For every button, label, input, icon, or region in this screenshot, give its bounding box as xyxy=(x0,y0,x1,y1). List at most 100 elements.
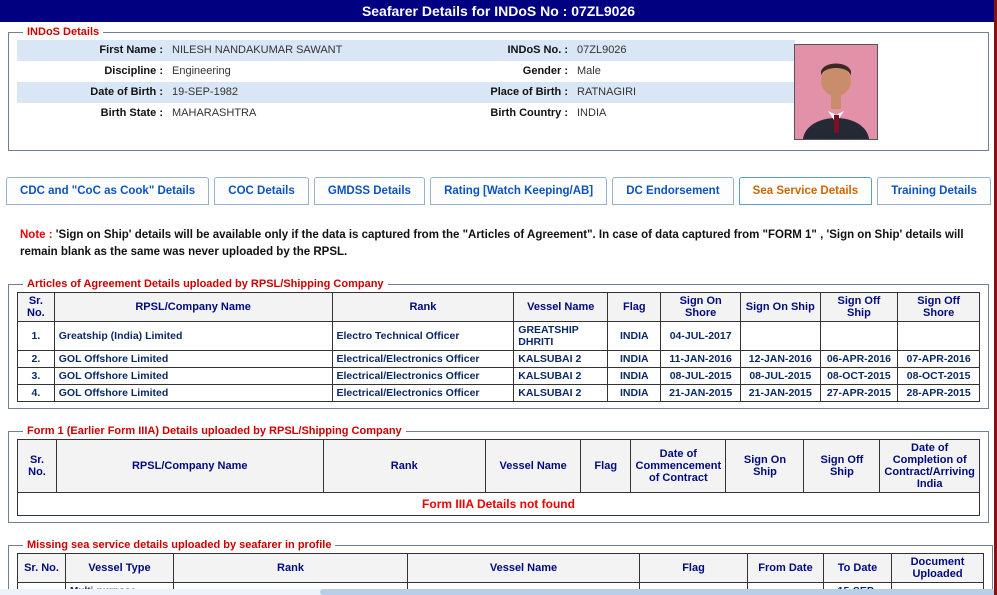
column-header: Vessel Name xyxy=(408,554,640,583)
articles-of-agreement-legend: Articles of Agreement Details uploaded b… xyxy=(23,278,388,290)
tab-cdc-coc-as-cook[interactable]: CDC and "CoC as Cook" Details xyxy=(6,177,209,205)
table-row: 1. Greatship (India) Limited Electro Tec… xyxy=(18,322,980,351)
column-header: Date of Commencement of Contract xyxy=(631,440,726,493)
articles-of-agreement-fieldset: Articles of Agreement Details uploaded b… xyxy=(8,278,989,409)
note-text: 'Sign on Ship' details will be available… xyxy=(20,229,964,258)
column-header: Rank xyxy=(174,554,408,583)
table-row: 4. GOL Offshore Limited Electrical/Elect… xyxy=(18,385,980,402)
column-header: Flag xyxy=(608,293,661,322)
tab-dc-endorsement[interactable]: DC Endorsement xyxy=(612,177,733,205)
column-header: Sign Off Ship xyxy=(820,293,898,322)
table-row: Form IIIA Details not found xyxy=(18,493,980,516)
table-cell: 06-APR-2016 xyxy=(820,351,898,368)
tab-training-details[interactable]: Training Details xyxy=(877,177,991,205)
table-cell: 08-OCT-2015 xyxy=(898,368,980,385)
table-cell: Electrical/Electronics Officer xyxy=(332,368,514,385)
dob-value: 19-SEP-1982 xyxy=(167,82,467,103)
birth-state-label: Birth State : xyxy=(17,103,167,124)
column-header: Sr. No. xyxy=(18,440,57,493)
indos-details-body: First Name : NILESH NANDAKUMAR SAWANT IN… xyxy=(17,40,980,144)
table-cell: Greatship (India) Limited xyxy=(54,322,332,351)
column-header: Sign Off Shore xyxy=(898,293,980,322)
table-cell: 11-JAN-2016 xyxy=(661,351,741,368)
place-of-birth-value: RATNAGIRI xyxy=(572,82,795,103)
horizontal-scrollbar-track[interactable] xyxy=(0,589,997,595)
indos-row: Date of Birth : 19-SEP-1982 Place of Bir… xyxy=(17,82,795,103)
table-cell: INDIA xyxy=(608,385,661,402)
horizontal-scrollbar-thumb[interactable] xyxy=(320,589,997,595)
table-cell: Electrical/Electronics Officer xyxy=(332,385,514,402)
column-header: RPSL/Company Name xyxy=(57,440,324,493)
tab-coc-details[interactable]: COC Details xyxy=(214,177,309,205)
form1-fieldset: Form 1 (Earlier Form IIIA) Details uploa… xyxy=(8,425,989,523)
first-name-value: NILESH NANDAKUMAR SAWANT xyxy=(167,40,467,61)
table-cell: 27-APR-2015 xyxy=(820,385,898,402)
table-cell: KALSUBAI 2 xyxy=(514,351,608,368)
column-header: RPSL/Company Name xyxy=(54,293,332,322)
tab-rating-watch-keeping[interactable]: Rating [Watch Keeping/AB] xyxy=(430,177,607,205)
birth-country-label: Birth Country : xyxy=(467,103,572,124)
form1-table: Sr. No. RPSL/Company Name Rank Vessel Na… xyxy=(17,439,980,516)
details-tab-bar: CDC and "CoC as Cook" Details COC Detail… xyxy=(6,177,991,205)
discipline-label: Discipline : xyxy=(17,61,167,82)
discipline-value: Engineering xyxy=(167,61,467,82)
gender-label: Gender : xyxy=(467,61,572,82)
table-cell: GOL Offshore Limited xyxy=(54,351,332,368)
column-header: From Date xyxy=(748,554,824,583)
dob-label: Date of Birth : xyxy=(17,82,167,103)
table-header-row: Sr. No. RPSL/Company Name Rank Vessel Na… xyxy=(18,293,980,322)
indos-row: Birth State : MAHARASHTRA Birth Country … xyxy=(17,103,795,124)
table-cell: 21-JAN-2015 xyxy=(740,385,820,402)
column-header: Rank xyxy=(323,440,486,493)
missing-sea-service-legend: Missing sea service details uploaded by … xyxy=(23,539,335,551)
table-cell: GREATSHIP DHRITI xyxy=(514,322,608,351)
table-cell: GOL Offshore Limited xyxy=(54,385,332,402)
gender-value: Male xyxy=(572,61,795,82)
table-cell xyxy=(740,322,820,351)
seafarer-photo xyxy=(794,44,878,140)
table-cell: 08-JUL-2015 xyxy=(661,368,741,385)
column-header: Vessel Name xyxy=(486,440,581,493)
indos-details-legend: INDoS Details xyxy=(23,26,103,38)
table-cell: Electrical/Electronics Officer xyxy=(332,351,514,368)
table-cell: 08-JUL-2015 xyxy=(740,368,820,385)
table-cell: GOL Offshore Limited xyxy=(54,368,332,385)
table-cell: 04-JUL-2017 xyxy=(661,322,741,351)
note-label: Note : xyxy=(20,229,53,241)
table-cell: 4. xyxy=(18,385,55,402)
table-cell: INDIA xyxy=(608,368,661,385)
column-header: Vessel Name xyxy=(514,293,608,322)
column-header: Vessel Type xyxy=(66,554,174,583)
indos-details-fieldset: INDoS Details First Name : NILESH NANDAK… xyxy=(8,26,989,151)
table-cell: 1. xyxy=(18,322,55,351)
table-row: 3. GOL Offshore Limited Electrical/Elect… xyxy=(18,368,980,385)
table-cell: INDIA xyxy=(608,351,661,368)
page-title: Seafarer Details for INDoS No : 07ZL9026 xyxy=(0,0,997,22)
table-cell: 21-JAN-2015 xyxy=(661,385,741,402)
tab-gmdss-details[interactable]: GMDSS Details xyxy=(314,177,425,205)
missing-sea-service-fieldset: Missing sea service details uploaded by … xyxy=(8,539,993,595)
indos-no-value: 07ZL9026 xyxy=(572,40,795,61)
form1-legend: Form 1 (Earlier Form IIIA) Details uploa… xyxy=(23,425,406,437)
table-row: 2. GOL Offshore Limited Electrical/Elect… xyxy=(18,351,980,368)
seafarer-details-page: Seafarer Details for INDoS No : 07ZL9026… xyxy=(0,0,997,595)
column-header: Rank xyxy=(332,293,514,322)
table-cell: KALSUBAI 2 xyxy=(514,385,608,402)
table-cell: 12-JAN-2016 xyxy=(740,351,820,368)
column-header: Sign On Ship xyxy=(740,293,820,322)
table-cell xyxy=(820,322,898,351)
column-header: Sign Off Ship xyxy=(804,440,880,493)
column-header: To Date xyxy=(824,554,892,583)
tab-sea-service-details[interactable]: Sea Service Details xyxy=(739,177,873,205)
birth-country-value: INDIA xyxy=(572,103,795,124)
first-name-label: First Name : xyxy=(17,40,167,61)
birth-state-value: MAHARASHTRA xyxy=(167,103,467,124)
form1-not-found-message: Form IIIA Details not found xyxy=(18,493,980,516)
table-cell: KALSUBAI 2 xyxy=(514,368,608,385)
indos-no-label: INDoS No. : xyxy=(467,40,572,61)
table-cell xyxy=(898,322,980,351)
column-header: Sign On Ship xyxy=(726,440,804,493)
column-header: Flag xyxy=(640,554,748,583)
table-cell: 28-APR-2015 xyxy=(898,385,980,402)
sign-on-ship-note: Note : 'Sign on Ship' details will be av… xyxy=(20,227,987,260)
